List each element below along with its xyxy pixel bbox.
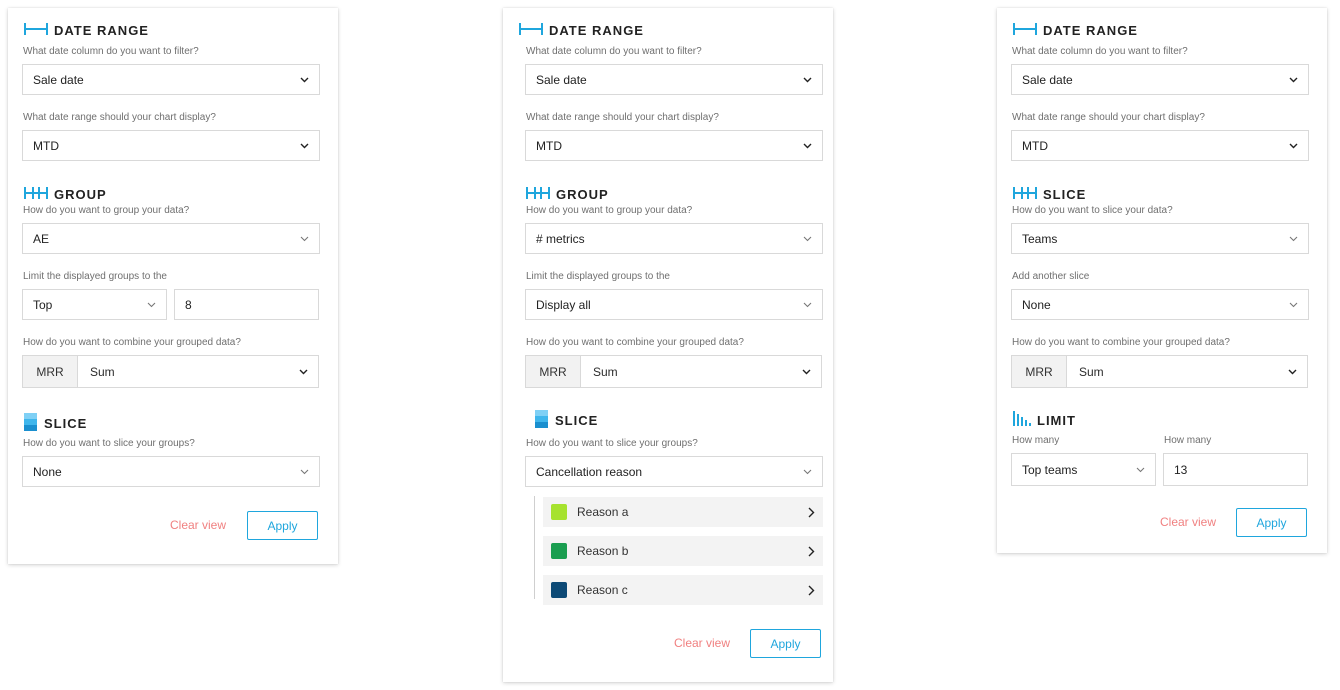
date-range-select[interactable]: MTD — [22, 130, 320, 161]
date-range-question: What date range should your chart displa… — [526, 112, 719, 123]
combine-question: How do you want to combine your grouped … — [1012, 337, 1230, 348]
apply-button[interactable]: Apply — [247, 511, 318, 540]
clear-view-link[interactable]: Clear view — [170, 518, 226, 532]
color-swatch[interactable] — [551, 504, 567, 520]
date-range-select[interactable]: MTD — [525, 130, 823, 161]
chart-settings-panel-2: DATE RANGE What date column do you want … — [503, 8, 833, 682]
metric-label: MRR — [23, 356, 78, 387]
date-range-title: DATE RANGE — [519, 23, 644, 38]
limit-direction-select[interactable]: Top — [22, 289, 167, 320]
chevron-down-icon — [1284, 302, 1302, 308]
date-column-question: What date column do you want to filter? — [23, 46, 199, 57]
group-title: GROUP — [24, 187, 107, 202]
group-question: How do you want to group your data? — [526, 205, 693, 216]
limit-bars-icon — [1013, 411, 1031, 429]
limit-question: Limit the displayed groups to the — [23, 271, 167, 282]
slice-item-reason-a[interactable]: Reason a — [543, 497, 823, 527]
chevron-down-icon — [1283, 369, 1301, 375]
slice-title: SLICE — [1013, 187, 1086, 202]
chevron-right-icon — [808, 585, 815, 596]
date-range-icon — [1013, 23, 1037, 38]
chevron-down-icon — [142, 302, 160, 308]
limit-select[interactable]: Display all — [525, 289, 823, 320]
combine-question: How do you want to combine your grouped … — [526, 337, 744, 348]
chevron-down-icon — [798, 143, 816, 149]
another-slice-select[interactable]: None — [1011, 289, 1309, 320]
clear-view-link[interactable]: Clear view — [1160, 515, 1216, 529]
chevron-down-icon — [798, 236, 816, 242]
chevron-down-icon — [295, 143, 313, 149]
group-icon — [526, 187, 550, 202]
chevron-down-icon — [1131, 467, 1149, 473]
chart-settings-panel-1: DATE RANGE What date column do you want … — [8, 8, 338, 564]
apply-button[interactable]: Apply — [750, 629, 821, 658]
date-range-icon — [24, 23, 48, 38]
chart-settings-panel-3: DATE RANGE What date column do you want … — [997, 8, 1327, 553]
date-column-select[interactable]: Sale date — [525, 64, 823, 95]
color-swatch[interactable] — [551, 543, 567, 559]
date-column-question: What date column do you want to filter? — [526, 46, 702, 57]
chevron-down-icon — [1284, 236, 1302, 242]
slice-title: SLICE — [535, 410, 598, 431]
date-range-title: DATE RANGE — [1013, 23, 1138, 38]
limit-count-input[interactable]: 13 — [1163, 453, 1308, 486]
chevron-down-icon — [295, 236, 313, 242]
combine-select[interactable]: MRR Sum — [22, 355, 319, 388]
chevron-down-icon — [798, 77, 816, 83]
clear-view-link[interactable]: Clear view — [674, 636, 730, 650]
date-range-question: What date range should your chart displa… — [1012, 112, 1205, 123]
date-column-select[interactable]: Sale date — [1011, 64, 1309, 95]
slice-select[interactable]: None — [22, 456, 320, 487]
chevron-down-icon — [295, 77, 313, 83]
chevron-down-icon — [1284, 143, 1302, 149]
group-icon — [24, 187, 48, 202]
slice-question: How do you want to slice your groups? — [526, 438, 698, 449]
group-select[interactable]: AE — [22, 223, 320, 254]
metric-label: MRR — [1012, 356, 1067, 387]
slice-item-reason-b[interactable]: Reason b — [543, 536, 823, 566]
chevron-down-icon — [797, 369, 815, 375]
how-many-label: How many — [1012, 435, 1060, 446]
date-range-title: DATE RANGE — [24, 23, 149, 38]
slice-question: How do you want to slice your data? — [1012, 205, 1173, 216]
chevron-right-icon — [808, 546, 815, 557]
limit-count-input[interactable]: 8 — [174, 289, 319, 320]
how-many-label: How many — [1164, 435, 1212, 446]
metric-label: MRR — [526, 356, 581, 387]
slice-title: SLICE — [24, 413, 87, 434]
chevron-down-icon — [295, 469, 313, 475]
limit-title: LIMIT — [1013, 411, 1076, 429]
date-range-select[interactable]: MTD — [1011, 130, 1309, 161]
chevron-down-icon — [294, 369, 312, 375]
chevron-right-icon — [808, 507, 815, 518]
date-range-question: What date range should your chart displa… — [23, 112, 216, 123]
date-range-icon — [519, 23, 543, 38]
combine-select[interactable]: MRR Sum — [1011, 355, 1308, 388]
slice-icon — [1013, 187, 1037, 202]
color-swatch[interactable] — [551, 582, 567, 598]
slice-select[interactable]: Teams — [1011, 223, 1309, 254]
date-column-question: What date column do you want to filter? — [1012, 46, 1188, 57]
another-slice-question: Add another slice — [1012, 271, 1090, 282]
chevron-down-icon — [798, 469, 816, 475]
slice-icon — [535, 410, 549, 431]
chevron-down-icon — [1284, 77, 1302, 83]
combine-question: How do you want to combine your grouped … — [23, 337, 241, 348]
apply-button[interactable]: Apply — [1236, 508, 1307, 537]
slice-question: How do you want to slice your groups? — [23, 438, 195, 449]
group-question: How do you want to group your data? — [23, 205, 190, 216]
combine-select[interactable]: MRR Sum — [525, 355, 822, 388]
limit-direction-select[interactable]: Top teams — [1011, 453, 1156, 486]
date-column-select[interactable]: Sale date — [22, 64, 320, 95]
group-title: GROUP — [526, 187, 609, 202]
slice-tree-line — [534, 496, 535, 599]
slice-icon — [24, 413, 38, 434]
chevron-down-icon — [798, 302, 816, 308]
limit-question: Limit the displayed groups to the — [526, 271, 670, 282]
group-select[interactable]: # metrics — [525, 223, 823, 254]
slice-select[interactable]: Cancellation reason — [525, 456, 823, 487]
slice-item-reason-c[interactable]: Reason c — [543, 575, 823, 605]
